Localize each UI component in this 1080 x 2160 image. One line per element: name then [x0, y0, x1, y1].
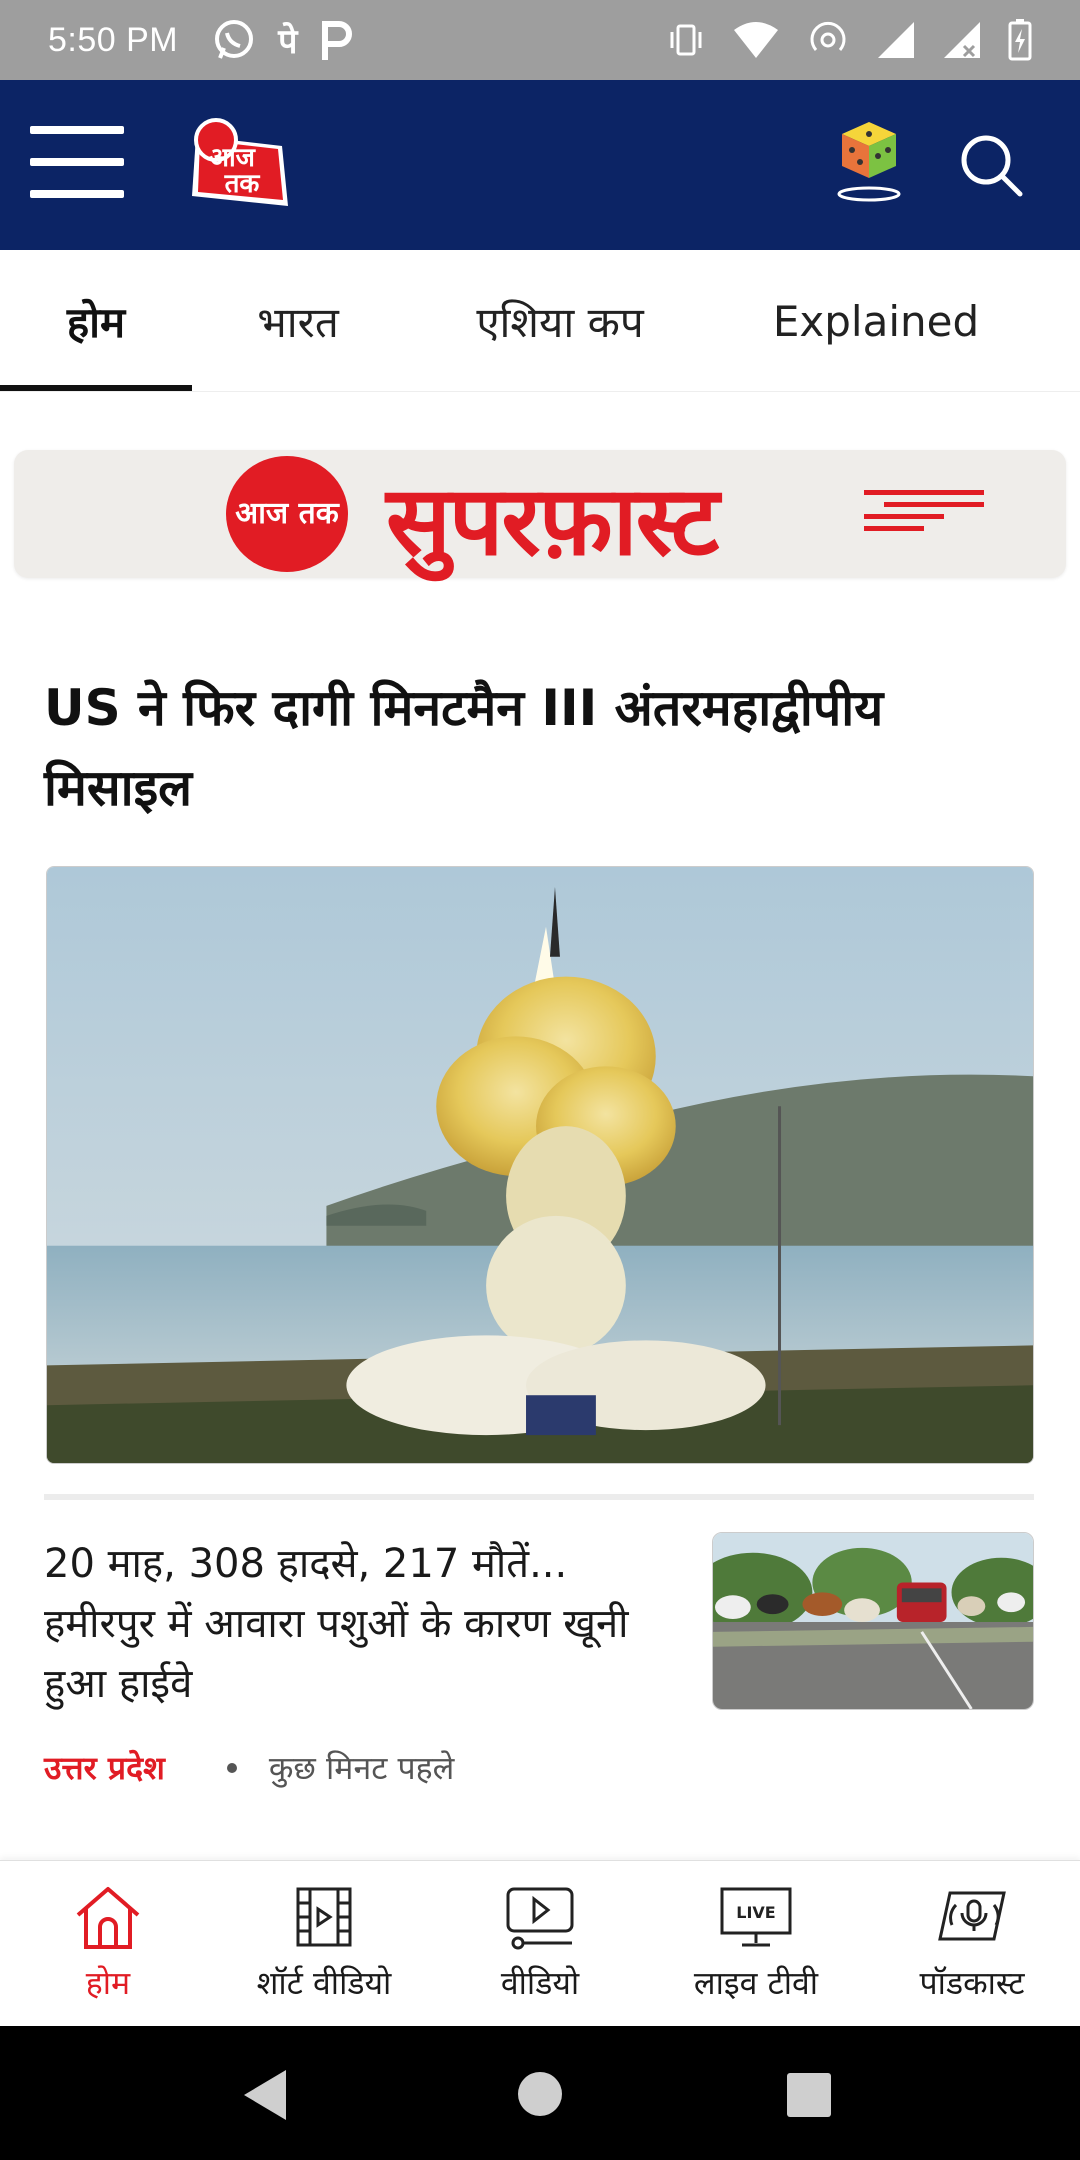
home-circle-icon[interactable] [516, 2070, 564, 2118]
story-meta: उत्तर प्रदेश कुछ मिनट पहले [44, 1746, 454, 1789]
phonepe-icon: पे [278, 22, 298, 62]
menu-icon[interactable] [30, 126, 124, 200]
tab-asia-cup[interactable]: एशिया कप [440, 250, 680, 392]
search-icon[interactable] [958, 132, 1024, 198]
separator-dot [226, 1762, 237, 1773]
whatsapp-icon [215, 20, 254, 59]
battery-charging-icon [1008, 19, 1032, 61]
nav-label: होम [85, 1964, 131, 2002]
missile-launch-image[interactable] [46, 866, 1034, 1464]
notification-icons: पे [212, 17, 353, 63]
banner-title: सुपरफ़ास्ट [386, 465, 719, 577]
paytm-icon [322, 21, 353, 60]
recents-icon[interactable] [786, 2072, 832, 2118]
nav-podcast[interactable]: पॉडकास्ट [864, 1861, 1080, 2027]
section-divider [44, 1494, 1034, 1500]
timestamp: कुछ मिनट पहले [268, 1749, 455, 1787]
nav-live-tv[interactable]: LIVE लाइव टीवी [648, 1861, 864, 2027]
live-badge: LIVE [736, 1903, 775, 1922]
status-time: 5:50 PM [48, 20, 179, 59]
video-icon [506, 1887, 574, 1950]
nav-label: पॉडकास्ट [919, 1964, 1025, 2002]
category-tabs: होम भारत एशिया कप Explained [0, 250, 1080, 392]
nav-label: लाइव टीवी [693, 1964, 819, 2002]
speed-lines-icon [864, 490, 984, 540]
nav-home[interactable]: होम [0, 1861, 216, 2027]
nav-short-video[interactable]: शॉर्ट वीडियो [216, 1861, 432, 2027]
aaj-tak-logo[interactable]: आज तक [186, 116, 294, 212]
active-tab-indicator [0, 385, 192, 391]
superfast-banner[interactable]: आज तक सुपरफ़ास्ट [14, 450, 1066, 578]
live-tv-icon: LIVE [720, 1887, 792, 1947]
home-icon [76, 1887, 140, 1949]
podcast-icon [938, 1891, 1006, 1941]
short-video-icon [296, 1887, 352, 1947]
wifi-icon [734, 22, 778, 58]
tab-explained[interactable]: Explained [744, 250, 1008, 392]
nav-label: शॉर्ट वीडियो [256, 1964, 392, 2002]
signal-icon [878, 22, 914, 58]
dice-game-icon[interactable] [836, 118, 902, 204]
app-bar: आज तक [0, 80, 1080, 250]
lead-story-headline[interactable]: US ने फिर दागी मिनटमैन III अंतरमहाद्वीपी… [44, 668, 1044, 828]
nav-video[interactable]: वीडियो [432, 1861, 648, 2027]
category-label[interactable]: उत्तर प्रदेश [44, 1746, 165, 1789]
cattle-highway-thumbnail[interactable] [712, 1532, 1034, 1710]
svg-text:तक: तक [224, 169, 261, 199]
second-story-headline[interactable]: 20 माह, 308 हादसे, 217 मौतें... हमीरपुर … [44, 1534, 674, 1714]
signal-no-sim-icon [944, 22, 980, 58]
tab-bharat[interactable]: भारत [198, 250, 398, 392]
status-bar: 5:50 PM पे [0, 0, 1080, 80]
vibrate-icon [670, 24, 702, 56]
bottom-navigation: होम शॉर्ट वीडियो वीडियो LIVE लाइव टीवी प… [0, 1860, 1080, 2026]
tab-home[interactable]: होम [0, 250, 192, 392]
back-icon[interactable] [240, 2068, 290, 2122]
nav-label: वीडियो [500, 1964, 580, 2002]
system-icons [666, 19, 1032, 61]
banner-badge: आज तक [226, 456, 348, 572]
hotspot-icon [810, 21, 846, 51]
system-navigation-bar [0, 2026, 1080, 2160]
